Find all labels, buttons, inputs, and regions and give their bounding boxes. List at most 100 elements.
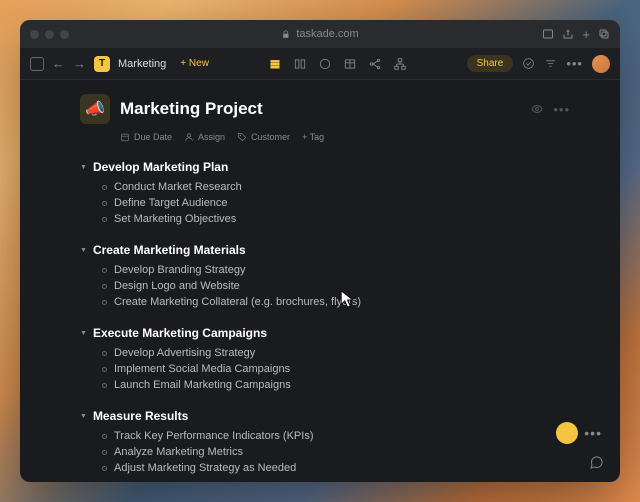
new-button[interactable]: + New	[180, 58, 209, 69]
bullet-icon	[102, 383, 107, 388]
item-text[interactable]: Analyze Marketing Metrics	[114, 446, 243, 458]
project-more-icon[interactable]: •••	[553, 102, 570, 117]
bullet-icon	[102, 217, 107, 222]
bullet-icon	[102, 185, 107, 190]
item-text[interactable]: Develop Advertising Strategy	[114, 347, 255, 359]
bullet-icon	[102, 367, 107, 372]
list-item[interactable]: Define Target Audience	[102, 195, 570, 211]
item-text[interactable]: Implement Social Media Campaigns	[114, 363, 290, 375]
section-items: Develop Advertising Strategy Implement So…	[102, 345, 570, 393]
more-menu-icon[interactable]: •••	[566, 56, 583, 71]
list-item[interactable]: Launch Email Marketing Campaigns	[102, 377, 570, 393]
chat-icon[interactable]	[586, 452, 606, 472]
add-tag-button[interactable]: + Tag	[302, 132, 324, 142]
share-button[interactable]: Share	[467, 55, 514, 72]
item-text[interactable]: Design Logo and Website	[114, 280, 240, 292]
app-window: taskade.com + ← → T Marketing + New Shar…	[20, 20, 620, 482]
item-text[interactable]: Launch Email Marketing Campaigns	[114, 379, 291, 391]
app-logo[interactable]: T	[94, 56, 110, 72]
section-header[interactable]: ▼ Develop Marketing Plan	[80, 160, 570, 174]
section: ▼ Create Marketing Materials Develop Brand…	[80, 243, 570, 310]
item-text[interactable]: Adjust Marketing Strategy as Needed	[114, 462, 296, 474]
due-date-button[interactable]: Due Date	[120, 132, 172, 142]
traffic-lights[interactable]	[30, 30, 69, 39]
list-item[interactable]: Design Logo and Website	[102, 278, 570, 294]
tabs-icon[interactable]	[598, 28, 610, 40]
bullet-icon	[102, 466, 107, 471]
section-items: Develop Branding Strategy Design Logo and…	[102, 262, 570, 310]
chevron-down-icon[interactable]: ▼	[80, 247, 87, 254]
action-view-icon[interactable]	[318, 57, 332, 71]
url-text: taskade.com	[296, 28, 358, 40]
section-title[interactable]: Create Marketing Materials	[93, 243, 246, 257]
project-main: 📣 Marketing Project ••• Due Date Assign …	[20, 80, 620, 482]
list-item[interactable]: Develop Advertising Strategy	[102, 345, 570, 361]
table-view-icon[interactable]	[343, 57, 357, 71]
section: ▼ Measure Results Track Key Performance In…	[80, 409, 570, 476]
breadcrumb[interactable]: Marketing	[118, 58, 166, 70]
reader-icon[interactable]	[542, 28, 554, 40]
list-item[interactable]: Create Marketing Collateral (e.g. brochu…	[102, 294, 570, 310]
new-tab-icon[interactable]: +	[582, 27, 590, 42]
assign-button[interactable]: Assign	[184, 132, 225, 142]
bullet-icon	[102, 450, 107, 455]
view-switcher	[268, 57, 407, 71]
section-header[interactable]: ▼ Execute Marketing Campaigns	[80, 326, 570, 340]
bullet-icon	[102, 434, 107, 439]
list-item[interactable]: Conduct Market Research	[102, 179, 570, 195]
list-item[interactable]: Set Marketing Objectives	[102, 211, 570, 227]
bullet-icon	[102, 268, 107, 273]
bullet-icon	[102, 284, 107, 289]
section-title[interactable]: Develop Marketing Plan	[93, 160, 228, 174]
quick-add-fab[interactable]: •••	[556, 422, 602, 444]
browser-actions: +	[542, 27, 610, 42]
item-text[interactable]: Define Target Audience	[114, 197, 228, 209]
address-bar[interactable]: taskade.com	[281, 28, 358, 40]
browser-titlebar: taskade.com +	[20, 20, 620, 48]
project-meta: Due Date Assign Customer + Tag	[120, 132, 570, 142]
item-text[interactable]: Create Marketing Collateral (e.g. brochu…	[114, 296, 361, 308]
item-text[interactable]: Set Marketing Objectives	[114, 213, 236, 225]
nav-forward-icon[interactable]: →	[73, 56, 86, 71]
list-view-icon[interactable]	[268, 57, 282, 71]
orgchart-view-icon[interactable]	[393, 57, 407, 71]
filter-icon[interactable]	[544, 57, 557, 70]
chevron-down-icon[interactable]: ▼	[80, 330, 87, 337]
app-toolbar: ← → T Marketing + New Share •••	[20, 48, 620, 80]
avatar[interactable]	[592, 55, 610, 73]
mindmap-view-icon[interactable]	[368, 57, 382, 71]
section-title[interactable]: Execute Marketing Campaigns	[93, 326, 267, 340]
section-title[interactable]: Measure Results	[93, 409, 188, 423]
user-icon	[184, 132, 194, 142]
chevron-down-icon[interactable]: ▼	[80, 164, 87, 171]
share-browser-icon[interactable]	[562, 28, 574, 40]
section-header[interactable]: ▼ Create Marketing Materials	[80, 243, 570, 257]
sidebar-toggle-icon[interactable]	[30, 57, 44, 71]
section-items: Track Key Performance Indicators (KPIs) A…	[102, 428, 570, 476]
chevron-down-icon[interactable]: ▼	[80, 413, 87, 420]
list-item[interactable]: Develop Branding Strategy	[102, 262, 570, 278]
list-item[interactable]: Adjust Marketing Strategy as Needed	[102, 460, 570, 476]
bullet-icon	[102, 351, 107, 356]
calendar-icon	[120, 132, 130, 142]
list-item[interactable]: Implement Social Media Campaigns	[102, 361, 570, 377]
list-item[interactable]: Track Key Performance Indicators (KPIs)	[102, 428, 570, 444]
nav-back-icon[interactable]: ←	[52, 56, 65, 71]
tag-icon	[237, 132, 247, 142]
list-item[interactable]: Analyze Marketing Metrics	[102, 444, 570, 460]
section-items: Conduct Market Research Define Target Aud…	[102, 179, 570, 227]
item-text[interactable]: Track Key Performance Indicators (KPIs)	[114, 430, 314, 442]
lock-icon	[281, 30, 290, 39]
fab-more-icon[interactable]: •••	[584, 425, 602, 441]
section: ▼ Develop Marketing Plan Conduct Market Re…	[80, 160, 570, 227]
project-visibility-icon[interactable]	[531, 103, 543, 115]
board-view-icon[interactable]	[293, 57, 307, 71]
project-title[interactable]: Marketing Project	[120, 99, 263, 119]
item-text[interactable]: Develop Branding Strategy	[114, 264, 245, 276]
check-circle-icon[interactable]	[522, 57, 535, 70]
bullet-icon	[102, 201, 107, 206]
project-icon[interactable]: 📣	[80, 94, 110, 124]
item-text[interactable]: Conduct Market Research	[114, 181, 242, 193]
section-header[interactable]: ▼ Measure Results	[80, 409, 570, 423]
tag-customer[interactable]: Customer	[237, 132, 290, 142]
